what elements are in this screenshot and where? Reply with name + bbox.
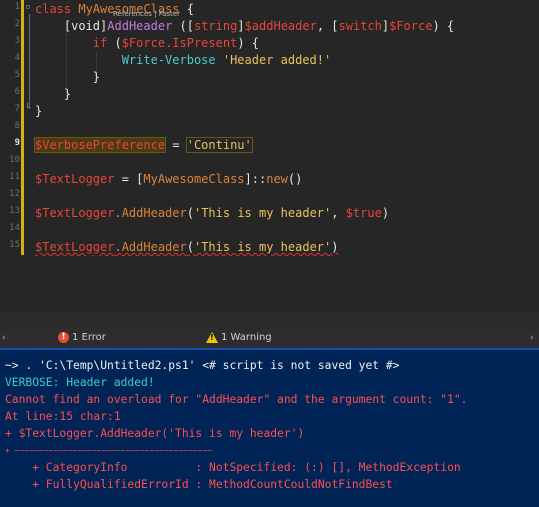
property: .IsPresent [165,36,238,50]
operator: ]:: [244,172,267,186]
string: 'This is my header' [193,240,332,254]
line-number: 10 [9,155,20,165]
line-number-gutter: 1 2 3 4 5 6 7 8 9 11 10 12 13 14 15 [0,0,22,312]
punct: ] [237,19,245,33]
console-error-id: + FullyQualifiedErrorId : MethodCountCou… [5,478,393,491]
code-line-3[interactable]: if ($Force.IsPresent) { [35,36,259,50]
error-count-label: 1 Error [72,332,106,343]
return-type: [void] [63,19,108,33]
punct: ( [107,36,122,50]
console-error: Cannot find an overload for "AddHeader" … [5,393,468,406]
code-line-15-error[interactable]: $TextLogger.AddHeader('This is my header… [35,240,338,254]
method-name: AddHeader [107,19,173,33]
warning-glyph: ! [210,333,214,342]
string: 'This is my header' [193,206,332,220]
scroll-right-icon[interactable]: › [530,333,534,343]
class-name: MyAwesomeClass [143,172,245,186]
punct: ) { [432,19,455,33]
warning-icon: ! [206,332,218,343]
line-number: 8 [14,121,20,131]
warning-count-label: 1 Warning [221,332,272,343]
line-number: 7 [14,104,20,114]
code-editor[interactable]: 1 2 3 4 5 6 7 8 9 11 10 12 13 14 15 ▫ └ … [0,0,539,312]
fold-toggle-icon[interactable]: ▫ [25,2,34,12]
punct: ) [381,206,390,220]
console-category-info: + CategoryInfo : NotSpecified: (:) [], M… [5,461,461,474]
code-line-1[interactable]: class MyAwesomeClass { [35,2,194,16]
punct: , [ [316,19,339,33]
class-name: MyAwesomeClass [78,2,180,16]
fold-guide [29,14,30,108]
error-icon: ! [58,332,69,343]
line-number: 4 [14,53,20,63]
method-name: new [266,172,288,186]
line-number: 3 [14,36,20,46]
param-var: $addHeader [244,19,317,33]
variable: $TextLogger [35,240,115,254]
scroll-left-icon[interactable]: ‹ [2,333,6,343]
line-number: 15 [9,240,20,250]
console-command: ~> . 'C:\Temp\Untitled2.ps1' <# script i… [5,359,400,372]
pane-separator [0,312,539,329]
punct: ) [331,240,339,254]
code-line-2[interactable]: [void]AddHeader ([string]$addHeader, [sw… [35,19,454,33]
fold-end-icon: └ [25,104,31,114]
console-pane[interactable]: ~> . 'C:\Temp\Untitled2.ps1' <# script i… [0,348,539,507]
change-marker [21,0,24,255]
line-number: 5 [14,70,20,80]
variable: $Force [121,36,166,50]
line-number: 13 [9,206,20,216]
code-line-7[interactable]: } [35,104,42,118]
method-name: .AddHeader [114,240,187,254]
param-type: string [193,19,238,33]
punct: ) { [237,36,259,50]
code-line-11[interactable]: $TextLogger = [MyAwesomeClass]::new() [35,172,302,186]
param-var: $Force [389,19,433,33]
code-line-6[interactable]: } [35,87,71,101]
variable: $true [345,206,382,220]
warning-count-button[interactable]: ! 1 Warning [206,332,272,343]
console-verbose: VERBOSE: Header added! [5,376,155,389]
punct: ( [186,240,194,254]
cmdlet: Write-Verbose [121,53,216,67]
method-name: .AddHeader [114,206,187,220]
line-number: 6 [14,87,20,97]
punct: () [287,172,303,186]
punct: { [179,2,194,16]
line-number: 12 [9,189,20,199]
code-line-9[interactable]: $VerbosePreference = 'Continu' [33,137,253,153]
param-type: switch [338,19,382,33]
operator: = [165,138,187,152]
line-number: 1 [14,2,20,12]
code-line-13[interactable]: $TextLogger.AddHeader('This is my header… [35,206,389,220]
console-error-source: + $TextLogger.AddHeader('This is my head… [5,427,305,440]
punct: ( [186,206,194,220]
punct: ([ [172,19,194,33]
operator: = [ [114,172,144,186]
keyword: if [92,36,108,50]
variable: $TextLogger [35,206,115,220]
code-line-4[interactable]: Write-Verbose 'Header added!' [35,53,332,67]
line-number: 2 [14,19,20,29]
punct: , [331,206,346,220]
console-error-underline: + ~~~~~~~~~~~~~~~~~~~~~~~~~~~~~~~~~~~~~~… [5,446,213,455]
line-number: 14 [9,223,20,233]
code-line-5[interactable]: } [35,70,100,84]
keyword: class [35,2,72,16]
error-count-button[interactable]: ! 1 Error [58,332,106,343]
string: 'Header added!' [215,53,332,67]
console-error-location: At line:15 char:1 [5,410,121,423]
line-number-current: 9 [14,138,20,148]
line-number: 11 [9,172,20,182]
variable: $TextLogger [35,172,115,186]
problems-bar: ‹ ! 1 Error ! 1 Warning › [0,329,539,348]
string: 'Continu' [185,137,253,153]
variable-highlighted: $VerbosePreference [33,137,167,153]
